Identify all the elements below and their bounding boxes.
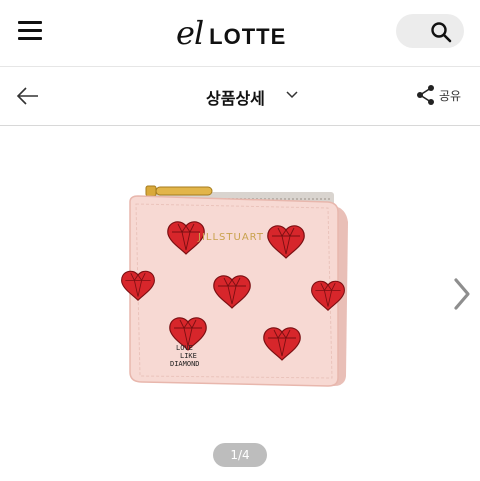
product-tag-line-1: LOVE	[176, 344, 193, 352]
chevron-right-icon[interactable]	[452, 276, 472, 312]
product-image[interactable]: JILLSTUART LOVE LIKE DIAMOND	[120, 178, 360, 393]
chevron-down-icon[interactable]	[286, 91, 298, 99]
search-icon	[431, 22, 452, 43]
site-logo[interactable]: el LOTTE	[176, 14, 287, 52]
share-icon	[417, 85, 434, 105]
search-button[interactable]	[396, 14, 464, 48]
share-button[interactable]: 공유	[416, 84, 461, 106]
share-label: 공유	[439, 88, 462, 103]
sub-header: 상품상세 공유	[0, 67, 480, 125]
back-arrow-icon[interactable]	[16, 84, 40, 108]
product-tag-line-2: LIKE	[180, 352, 197, 360]
page-title[interactable]: 상품상세	[206, 85, 265, 109]
top-header: el LOTTE	[0, 0, 480, 66]
image-pager: 1/4	[213, 443, 267, 467]
logo-prefix: el	[176, 14, 204, 52]
logo-brand: LOTTE	[209, 24, 287, 49]
product-tag-line-3: DIAMOND	[170, 360, 200, 368]
menu-icon[interactable]	[18, 21, 42, 41]
product-brand-text: JILLSTUART	[197, 232, 264, 243]
subheader-divider	[0, 125, 480, 126]
